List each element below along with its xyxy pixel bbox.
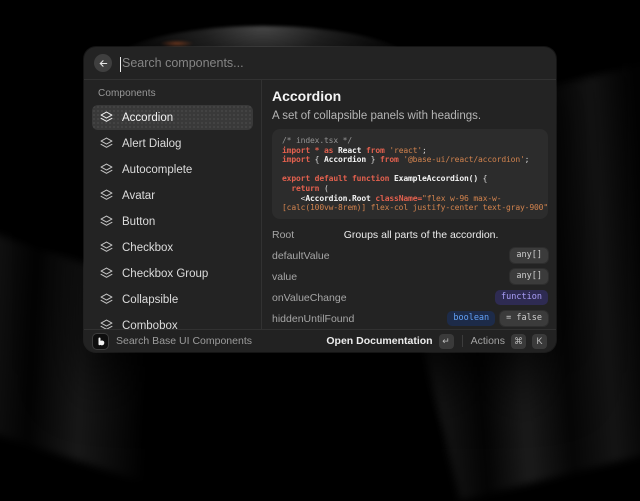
sidebar-item-combobox[interactable]: Combobox (92, 313, 253, 329)
component-layers-icon (100, 215, 113, 228)
prop-badges: function (495, 290, 548, 306)
arrow-left-icon (98, 58, 109, 69)
component-layers-icon (100, 189, 113, 202)
code-line (282, 165, 538, 175)
actions-label: Actions (471, 335, 505, 347)
component-layers-icon (100, 137, 113, 150)
actions-button[interactable]: Actions ⌘ K (471, 334, 547, 349)
prop-name: value (272, 271, 297, 283)
search-bar (84, 47, 556, 80)
prop-row: Root Groups all parts of the accordion. (272, 224, 548, 245)
k-key-icon: K (532, 334, 547, 349)
prop-row: value any[] (272, 266, 548, 287)
sidebar-item-label: Checkbox Group (122, 268, 208, 280)
component-layers-icon (100, 111, 113, 124)
sidebar-item-label: Autocomplete (122, 164, 192, 176)
brand-label: Search Base UI Components (116, 335, 318, 347)
sidebar-item-accordion[interactable]: Accordion (92, 105, 253, 130)
component-list: Accordion Alert Dialog Autocomplete Avat… (92, 105, 253, 329)
sidebar-item-avatar[interactable]: Avatar (92, 183, 253, 208)
command-palette-dialog: Components Accordion Alert Dialog Autoco… (84, 47, 556, 352)
component-layers-icon (100, 241, 113, 254)
code-line: return ( (282, 184, 538, 194)
component-description: A set of collapsible panels with heading… (272, 110, 548, 122)
sidebar-item-label: Button (122, 216, 155, 228)
type-badge: any[] (510, 269, 548, 285)
type-badge: function (495, 290, 548, 306)
page-title: Accordion (272, 88, 548, 104)
footer-bar: Search Base UI Components Open Documenta… (84, 329, 556, 352)
code-line: export default function ExampleAccordion… (282, 174, 538, 184)
sidebar-item-label: Combobox (122, 320, 178, 330)
prop-name: defaultValue (272, 250, 330, 262)
code-preview[interactable]: /* index.tsx */import * as React from 'r… (272, 129, 548, 219)
sidebar-item-button[interactable]: Button (92, 209, 253, 234)
type-badge: boolean (447, 311, 495, 327)
text-caret (120, 57, 121, 72)
search-input[interactable] (120, 56, 546, 70)
sidebar-item-checkbox-group[interactable]: Checkbox Group (92, 261, 253, 286)
sidebar-item-alert-dialog[interactable]: Alert Dialog (92, 131, 253, 156)
prop-row: hiddenUntilFound boolean = false (272, 308, 548, 329)
code-line: import * as React from 'react'; (282, 146, 538, 156)
back-button[interactable] (94, 54, 112, 72)
prop-name: Root (272, 229, 294, 241)
dialog-body: Components Accordion Alert Dialog Autoco… (84, 80, 556, 329)
props-table: Root Groups all parts of the accordion. … (272, 224, 548, 329)
open-documentation-button[interactable]: Open Documentation ↵ (326, 334, 453, 349)
code-line: <Accordion.Root className="flex w-96 max… (282, 194, 538, 204)
code-line: /* index.tsx */ (282, 136, 538, 146)
prop-badges: boolean = false (447, 311, 548, 327)
component-layers-icon (100, 319, 113, 329)
component-layers-icon (100, 293, 113, 306)
code-line: [calc(100vw-8rem)] flex-col justify-cent… (282, 203, 538, 213)
code-line: import { Accordion } from '@base-ui/reac… (282, 155, 538, 165)
prop-badges: any[] (510, 269, 548, 285)
sidebar-item-collapsible[interactable]: Collapsible (92, 287, 253, 312)
open-documentation-label: Open Documentation (326, 335, 432, 347)
group-header: Components (92, 86, 253, 105)
sidebar-item-autocomplete[interactable]: Autocomplete (92, 157, 253, 182)
prop-name: hiddenUntilFound (272, 313, 354, 325)
prop-name: onValueChange (272, 292, 347, 304)
prop-row: onValueChange function (272, 287, 548, 308)
type-badge: = false (500, 311, 548, 327)
background-wallpaper-glint (160, 40, 194, 47)
component-layers-icon (100, 163, 113, 176)
prop-description: Groups all parts of the accordion. (344, 229, 499, 241)
sidebar-item-label: Avatar (122, 190, 155, 202)
enter-key-icon: ↵ (439, 334, 454, 349)
base-ui-logo (93, 334, 108, 349)
sidebar-item-label: Collapsible (122, 294, 178, 306)
prop-badges: any[] (510, 248, 548, 264)
sidebar-item-label: Checkbox (122, 242, 173, 254)
detail-panel: Accordion A set of collapsible panels wi… (262, 80, 556, 329)
type-badge: any[] (510, 248, 548, 264)
components-sidebar: Components Accordion Alert Dialog Autoco… (84, 80, 262, 329)
component-layers-icon (100, 267, 113, 280)
command-key-icon: ⌘ (511, 334, 526, 349)
sidebar-item-label: Alert Dialog (122, 138, 181, 150)
sidebar-item-label: Accordion (122, 112, 173, 124)
sidebar-item-checkbox[interactable]: Checkbox (92, 235, 253, 260)
footer-divider (462, 335, 463, 347)
prop-row: defaultValue any[] (272, 245, 548, 266)
